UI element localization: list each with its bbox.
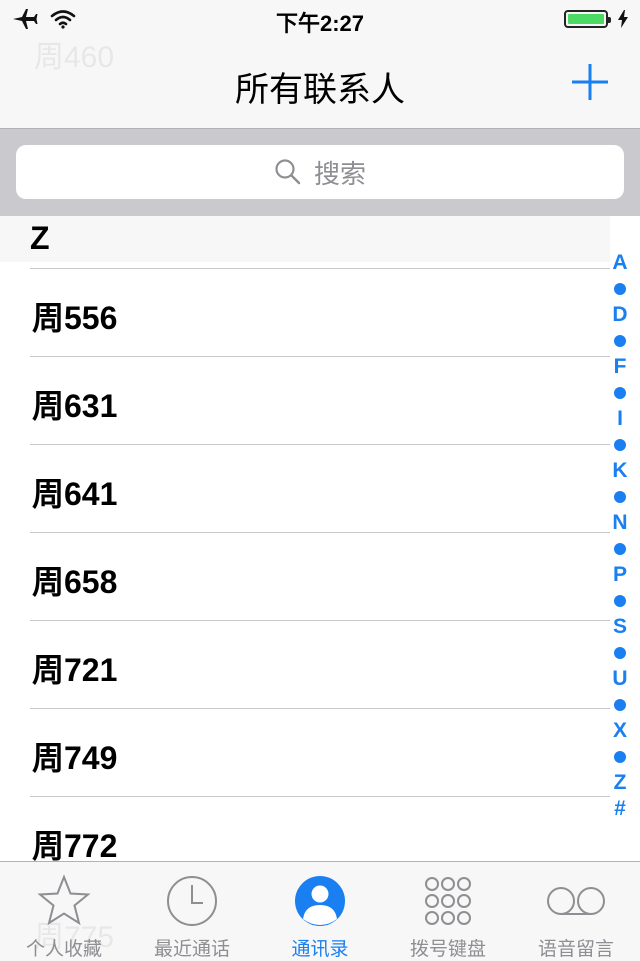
status-time: 下午2:27 xyxy=(275,11,365,36)
tab-recents[interactable]: 最近通话 xyxy=(128,862,256,961)
contact-name: 周556 xyxy=(32,300,118,336)
index-letter[interactable]: U xyxy=(612,666,627,692)
section-index[interactable]: A D F I K N P S U X Z # xyxy=(606,250,634,822)
search-placeholder: 搜索 xyxy=(313,159,366,190)
index-letter[interactable]: Z xyxy=(614,770,627,796)
star-icon xyxy=(37,874,91,926)
status-bar: 下午2:27 xyxy=(0,0,640,40)
index-letter[interactable]: X xyxy=(613,718,627,744)
contact-name: 周721 xyxy=(32,652,118,688)
tab-bar: 周775 个人收藏 最近通话 通讯录 拨号键盘 语音留言 xyxy=(0,861,640,961)
index-dot[interactable] xyxy=(614,335,626,347)
index-dot[interactable] xyxy=(614,283,626,295)
contact-row[interactable]: 周749 xyxy=(30,708,610,796)
contact-row[interactable]: 周721 xyxy=(30,620,610,708)
index-letter[interactable]: N xyxy=(612,510,627,536)
navigation-bar: 周460 周466 所有联系人 xyxy=(0,40,640,160)
section-letter: Z xyxy=(30,220,50,256)
index-letter[interactable]: A xyxy=(612,250,627,276)
page-title: 所有联系人 xyxy=(235,70,405,110)
contact-name: 周749 xyxy=(32,740,118,776)
plus-icon xyxy=(572,64,608,100)
contact-row[interactable]: 周658 xyxy=(30,532,610,620)
tab-label: 语音留言 xyxy=(537,938,614,960)
index-letter[interactable]: # xyxy=(614,796,626,822)
index-dot[interactable] xyxy=(614,387,626,399)
index-letter[interactable]: K xyxy=(612,458,627,484)
index-dot[interactable] xyxy=(614,751,626,763)
search-icon xyxy=(275,159,301,185)
index-letter[interactable]: D xyxy=(612,302,627,328)
index-letter[interactable]: I xyxy=(617,406,623,432)
tab-label: 拨号键盘 xyxy=(409,938,486,960)
charging-icon xyxy=(618,10,628,28)
index-dot[interactable] xyxy=(614,595,626,607)
clock-icon xyxy=(167,876,217,926)
tab-label: 个人收藏 xyxy=(25,938,102,960)
tab-voicemail[interactable]: 语音留言 xyxy=(512,862,640,961)
index-letter[interactable]: F xyxy=(614,354,627,380)
index-dot[interactable] xyxy=(614,491,626,503)
battery-indicator xyxy=(564,10,628,28)
contact-name: 周631 xyxy=(32,388,118,424)
section-header: Z xyxy=(0,216,610,262)
contact-list: 周556 周631 周641 周658 周721 周749 周772 xyxy=(0,268,610,884)
add-contact-button[interactable] xyxy=(570,62,610,102)
contacts-icon xyxy=(295,876,345,926)
contact-row[interactable]: 周556 xyxy=(30,268,610,356)
contact-row[interactable]: 周631 xyxy=(30,356,610,444)
index-dot[interactable] xyxy=(614,439,626,451)
keypad-icon xyxy=(425,877,471,925)
battery-icon xyxy=(564,10,611,28)
tab-label: 最近通话 xyxy=(153,938,230,960)
index-dot[interactable] xyxy=(614,699,626,711)
voicemail-icon xyxy=(547,887,605,915)
search-input[interactable]: 搜索 xyxy=(16,145,624,199)
tab-label: 通讯录 xyxy=(291,938,349,960)
index-letter[interactable]: P xyxy=(613,562,627,588)
tab-favorites[interactable]: 周775 个人收藏 xyxy=(0,862,128,961)
search-bar: 搜索 xyxy=(0,128,640,216)
index-dot[interactable] xyxy=(614,647,626,659)
tab-contacts[interactable]: 通讯录 xyxy=(256,862,384,961)
tab-keypad[interactable]: 拨号键盘 xyxy=(384,862,512,961)
index-dot[interactable] xyxy=(614,543,626,555)
index-letter[interactable]: S xyxy=(613,614,627,640)
contact-row[interactable]: 周641 xyxy=(30,444,610,532)
contact-name: 周658 xyxy=(32,564,118,600)
contact-name: 周641 xyxy=(32,476,118,512)
